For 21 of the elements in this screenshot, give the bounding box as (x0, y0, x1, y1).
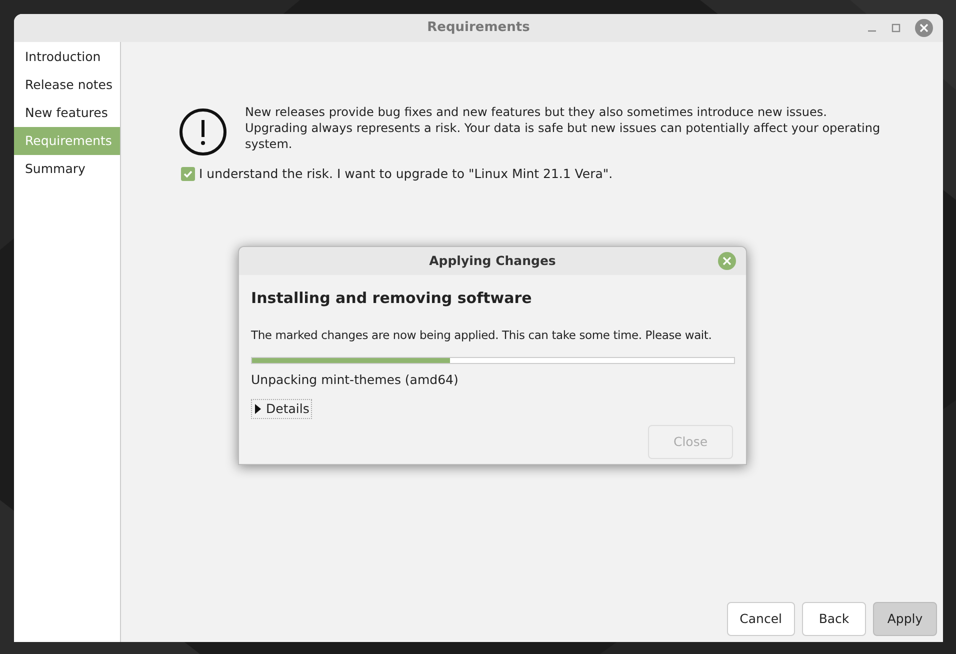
checkbox-label[interactable]: I understand the risk. I want to upgrade to "Linux Mint 21.1 Vera". (199, 165, 613, 184)
dialog-message: The marked changes are now being applied. This can take some time. Please wait. (251, 326, 712, 344)
sidebar-item[interactable]: Introduction (14, 43, 120, 71)
window-title: Requirements (427, 19, 530, 38)
dialog-button[interactable]: Cancel (726, 602, 795, 636)
status-text: Unpacking mint-themes (amd64) (251, 370, 460, 389)
details-expander[interactable]: Details (251, 398, 312, 420)
dialog-button[interactable]: Back (802, 602, 866, 636)
close-icon[interactable] (718, 252, 736, 270)
sidebar-item[interactable]: Release notes (14, 71, 120, 99)
dialog-button[interactable]: Apply (873, 602, 937, 636)
checkbox[interactable] (181, 167, 195, 182)
warning-text: New releases provide bug fixes and new features but they also sometimes introduce new issues. Upgrading always represents a risk. Your data is safe but new issues can potentially affect your operating system. (245, 104, 882, 153)
sidebar-item[interactable]: Summary (14, 155, 120, 183)
dialog-title: Applying Changes (429, 252, 556, 270)
warning-icon (179, 108, 227, 156)
maximize-icon[interactable] (891, 23, 901, 33)
dialog-heading: Installing and removing software (251, 288, 533, 309)
expander-arrow-icon (254, 404, 262, 414)
close-icon[interactable] (915, 19, 933, 37)
sidebar-item[interactable]: New features (14, 99, 120, 127)
